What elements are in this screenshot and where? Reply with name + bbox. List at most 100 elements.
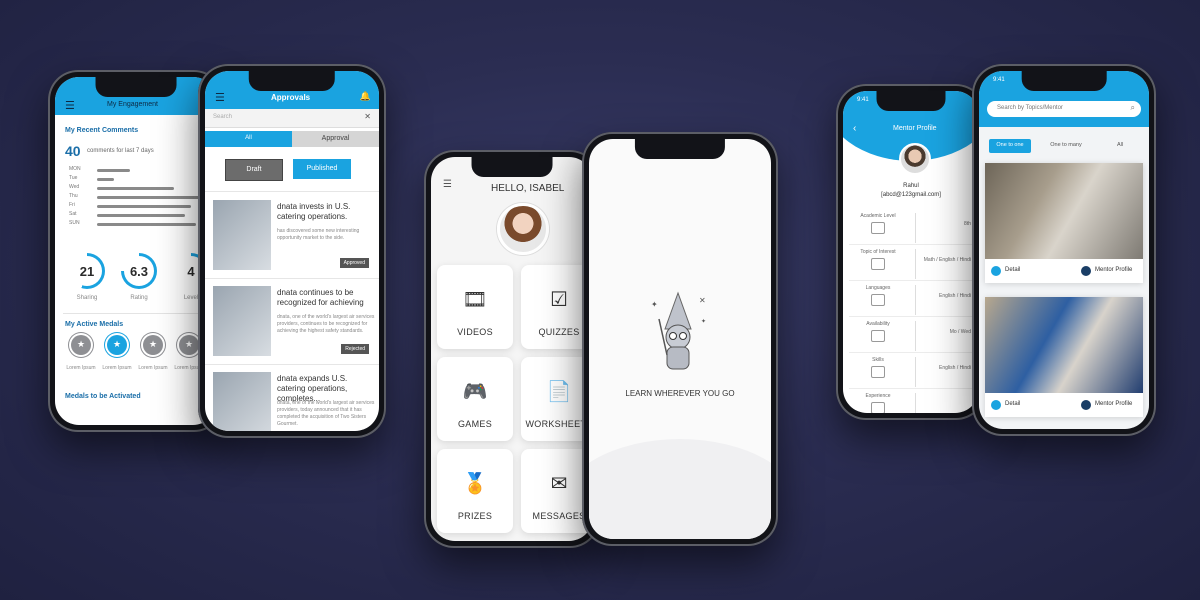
stat-ring: 6.3 xyxy=(121,253,157,289)
tab-all-label: All xyxy=(245,135,252,141)
medal-label: Lorem Ipsum xyxy=(102,365,132,371)
star-icon: ★ xyxy=(112,339,122,349)
search-bar[interactable]: Search ✕ xyxy=(205,109,379,128)
avatar[interactable] xyxy=(497,203,549,255)
filter-one-to-many[interactable]: One to many xyxy=(1041,139,1091,153)
tile-videos[interactable]: 🎞 VIDEOS xyxy=(437,265,513,349)
profile-row: Experience xyxy=(843,389,979,413)
medal-icon[interactable]: ★ xyxy=(179,335,199,355)
notch xyxy=(1021,71,1107,91)
hamburger-icon[interactable]: ☰ xyxy=(65,99,75,112)
row-value: English / Hindi xyxy=(939,365,971,371)
phone-splash: ✦ ✕ ✦ LEARN WHEREVER YOU GO xyxy=(582,132,778,546)
mentor-profile-link[interactable]: Mentor Profile xyxy=(1095,267,1132,273)
stat-label: Sharing xyxy=(76,295,98,301)
menu-grid: 🎞 VIDEOS ☑ QUIZZES 🎮 GAMES 📄 WORKSHEETS 🏅 PRIZES ✉… xyxy=(431,265,593,541)
search-placeholder: Search xyxy=(213,114,233,120)
mentor-card[interactable]: Detail Mentor Profile xyxy=(985,297,1143,417)
profile-row: Academic Level 8th xyxy=(843,209,979,247)
row-value: Math / English / Hindi xyxy=(923,257,971,263)
row-icon xyxy=(871,294,885,306)
recent-comments-heading: My Recent Comments xyxy=(65,127,139,134)
filter-one-to-one[interactable]: One to one xyxy=(989,139,1031,153)
news-body: dnata, one of the world's largest air se… xyxy=(277,314,375,334)
medal-icon[interactable]: ★ xyxy=(143,335,163,355)
draft-button[interactable]: Draft xyxy=(225,159,283,181)
news-item[interactable]: dnata expands U.S. catering operations, … xyxy=(205,364,379,431)
tab-approval[interactable]: Approval xyxy=(292,131,379,147)
screen-approvals: ☰ Approvals 🔔 Search ✕ All Approval Draf… xyxy=(205,71,379,431)
card-footer: Detail Mentor Profile xyxy=(985,393,1143,417)
profile-row: Skills English / Hindi xyxy=(843,353,979,391)
medal-icon[interactable]: ★ xyxy=(107,335,127,355)
stat-label: Rating xyxy=(130,295,148,301)
medal-icon[interactable]: ★ xyxy=(71,335,91,355)
search-input[interactable]: Search by Topics/Mentor ⌕ xyxy=(987,101,1141,117)
row-value: English / Hindi xyxy=(939,293,971,299)
ring-inner: 6.3 xyxy=(124,256,154,286)
mentor-avatar[interactable] xyxy=(899,143,931,175)
row-icon xyxy=(871,366,885,378)
mentor-profile-link[interactable]: Mentor Profile xyxy=(1095,401,1132,407)
tab-all[interactable]: All xyxy=(205,131,292,147)
bar xyxy=(97,187,174,190)
profile-row: Languages English / Hindi xyxy=(843,281,979,319)
info-icon xyxy=(991,266,1001,276)
screen-engagement: ☰ My Engagement My Recent Comments 40 co… xyxy=(55,77,217,425)
published-button[interactable]: Published xyxy=(293,159,351,179)
notch xyxy=(876,91,946,111)
info-icon xyxy=(991,400,1001,410)
notch xyxy=(248,71,336,91)
status-time: 9:41 xyxy=(857,97,869,103)
video-icon: 🎞 xyxy=(462,289,488,311)
comment-count: 40 xyxy=(65,143,81,159)
stat-value: 21 xyxy=(79,264,95,279)
bar-label: Fri xyxy=(69,202,75,208)
draft-label: Draft xyxy=(246,166,262,173)
search-placeholder: Search by Topics/Mentor xyxy=(997,105,1063,111)
row-icon xyxy=(871,402,885,413)
news-title: dnata invests in U.S. catering operation… xyxy=(277,202,351,221)
bar-label: MON xyxy=(69,166,81,172)
bar xyxy=(97,196,202,199)
decorative-wave xyxy=(589,439,771,539)
svg-text:✕: ✕ xyxy=(699,296,706,305)
bar xyxy=(97,169,130,172)
notification-icon[interactable]: 🔔 xyxy=(360,91,371,102)
news-item[interactable]: dnata invests in U.S. catering operation… xyxy=(205,192,379,279)
filter-label: One to many xyxy=(1050,142,1082,148)
row-key: Experience xyxy=(865,393,891,399)
svg-text:✦: ✦ xyxy=(651,300,658,309)
bar-label: Thu xyxy=(69,193,78,199)
close-icon[interactable]: ✕ xyxy=(364,112,371,121)
tile-games[interactable]: 🎮 GAMES xyxy=(437,357,513,441)
filter-all[interactable]: All xyxy=(1105,139,1135,153)
bar xyxy=(97,214,185,217)
star-icon: ★ xyxy=(184,339,194,349)
notch xyxy=(95,77,177,97)
medals-to-activate-heading: Medals to be Activated xyxy=(65,393,141,400)
mentor-name: Rahul xyxy=(903,183,919,189)
mentor-card[interactable]: Detail Mentor Profile xyxy=(985,163,1143,283)
news-body: has discovered some new interesting oppo… xyxy=(277,228,360,241)
screen-kids-home: ☰ HELLO, ISABEL 🎞 VIDEOS ☑ QUIZZES 🎮 GAMES 📄 WO… xyxy=(431,157,593,541)
mentor-email: [abcd@123gmail.com] xyxy=(881,192,941,198)
header-title: Mentor Profile xyxy=(893,125,937,132)
screen-splash: ✦ ✕ ✦ LEARN WHEREVER YOU GO xyxy=(589,139,771,539)
screen-mentor-search: 9:41 Search by Topics/Mentor ⌕ One to on… xyxy=(979,71,1149,429)
news-body: dnata, one of the world's largest air se… xyxy=(277,400,375,427)
published-label: Published xyxy=(306,165,338,172)
hamburger-icon[interactable]: ☰ xyxy=(443,179,452,190)
filter-label: One to one xyxy=(996,142,1024,148)
bar-label: Wed xyxy=(69,184,80,190)
detail-link[interactable]: Detail xyxy=(1005,401,1020,407)
detail-link[interactable]: Detail xyxy=(1005,267,1020,273)
back-icon[interactable]: ‹ xyxy=(853,123,856,134)
hamburger-icon[interactable]: ☰ xyxy=(215,91,225,104)
news-item[interactable]: dnata continues to be recognized for ach… xyxy=(205,278,379,365)
row-divider xyxy=(915,357,916,387)
profile-row: Topic of Interest Math / English / Hindi xyxy=(843,245,979,283)
search-icon[interactable]: ⌕ xyxy=(1131,103,1135,113)
tile-prizes[interactable]: 🏅 PRIZES xyxy=(437,449,513,533)
bar-label: Sat xyxy=(69,211,77,217)
